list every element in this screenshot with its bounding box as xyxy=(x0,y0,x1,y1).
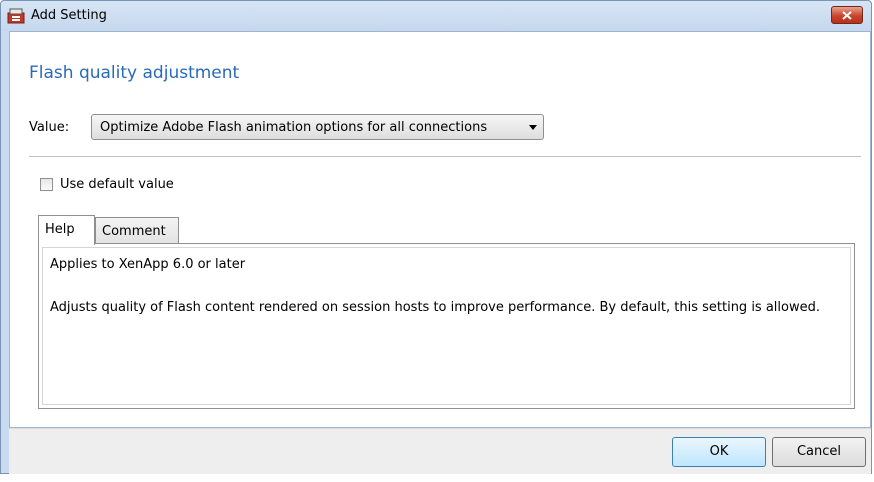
title-bar[interactable]: Add Setting xyxy=(1,1,871,31)
use-default-checkbox[interactable] xyxy=(40,178,53,191)
close-button[interactable] xyxy=(831,6,863,24)
dialog-window: Add Setting Flash quality adjustment Val… xyxy=(0,0,872,474)
value-dropdown-selected: Optimize Adobe Flash animation options f… xyxy=(100,120,488,135)
tab-help[interactable]: Help xyxy=(38,215,95,245)
help-description: Adjusts quality of Flash content rendere… xyxy=(50,300,820,315)
use-default-label[interactable]: Use default value xyxy=(60,177,174,192)
divider xyxy=(29,156,861,157)
chevron-down-icon xyxy=(529,125,537,130)
setting-title: Flash quality adjustment xyxy=(29,63,240,83)
ok-button[interactable]: OK xyxy=(672,437,766,467)
citrix-policy-icon xyxy=(7,7,25,24)
cancel-button[interactable]: Cancel xyxy=(772,437,866,467)
window-title: Add Setting xyxy=(31,8,107,23)
value-label: Value: xyxy=(29,120,70,135)
tab-comment[interactable]: Comment xyxy=(95,217,179,244)
help-panel: Applies to XenApp 6.0 or later Adjusts q… xyxy=(38,243,855,409)
value-dropdown[interactable]: Optimize Adobe Flash animation options f… xyxy=(91,114,544,140)
help-applies-to: Applies to XenApp 6.0 or later xyxy=(50,257,246,272)
close-icon xyxy=(842,10,852,20)
dialog-body: Flash quality adjustment Value: Optimize… xyxy=(9,31,871,428)
